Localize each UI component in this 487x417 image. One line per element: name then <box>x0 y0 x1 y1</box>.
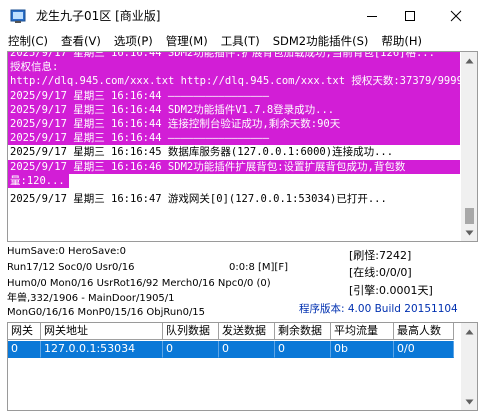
table-cell: 0 <box>219 341 275 358</box>
menu-bar: 控制(C) 查看(V) 选项(P) 管理(M) 工具(T) SDM2功能插件(S… <box>0 32 487 51</box>
window-title: 龙生九子01区 [商业版] <box>36 9 161 23</box>
table-cell: 0 <box>275 341 331 358</box>
log-line: 2025/9/17 星期三 16:16:44 SDM2功能插件V1.7.8登录成… <box>8 102 460 118</box>
log-list[interactable]: 2025/9/17 星期三 16:16:44 SDM2功能插件:扩展背包加载成功… <box>8 52 460 241</box>
status-panel: HumSave:0 HeroSave:0 Run17/12 Soc0/0 Usr… <box>7 246 478 318</box>
log-line: 2025/9/17 星期三 16:16:44 ———————————————— <box>8 131 460 146</box>
column-header[interactable]: 剩余数据 <box>275 323 331 340</box>
title-bar: 龙生九子01区 [商业版] <box>0 0 487 32</box>
log-line: 2025/9/17 星期三 16:16:47 游戏网关[0](127.0.0.1… <box>10 193 387 206</box>
refresh-monster-count: [刷怪:7242] <box>349 249 412 262</box>
column-header[interactable]: 最高人数 <box>394 323 454 340</box>
table-cell: 0b <box>331 341 394 358</box>
engine-days: [引擎:0.0001天] <box>349 284 433 297</box>
scroll-up-icon <box>465 329 474 334</box>
log-line: 2025/9/17 星期三 16:16:46 SDM2功能插件扩展背包:设置扩展… <box>8 159 460 174</box>
app-icon <box>10 9 26 23</box>
scroll-down-button[interactable] <box>461 224 477 241</box>
log-line: 量:120... <box>8 173 69 189</box>
menu-tools[interactable]: 工具(T) <box>221 33 260 50</box>
status-run: Run17/12 Soc0/0 Usr0/16 <box>7 262 135 273</box>
status-timer: 0:0:8 [M][F] <box>229 262 288 273</box>
table-header-row: 网关 网关地址 队列数据 发送数据 剩余数据 平均流量 最高人数 <box>8 323 454 340</box>
log-scrollbar[interactable] <box>461 52 477 241</box>
menu-control[interactable]: 控制(C) <box>8 33 48 50</box>
gateway-table[interactable]: 网关 网关地址 队列数据 发送数据 剩余数据 平均流量 最高人数 0 127.0… <box>7 322 478 411</box>
menu-sdm2-plugin[interactable]: SDM2功能插件(S) <box>273 33 369 50</box>
column-header[interactable]: 平均流量 <box>331 323 394 340</box>
status-save: HumSave:0 HeroSave:0 <box>7 246 127 257</box>
scroll-up-icon <box>465 58 474 63</box>
log-line: 2025/9/17 星期三 16:16:44 ———————————————— <box>8 88 460 103</box>
log-line: 2025/9/17 星期三 16:16:44 连接控制台验证成功,剩余天数:90… <box>8 117 460 132</box>
status-hum: Hum0/0 Mon0/16 UsrRot16/92 Merch0/16 Npc… <box>7 278 271 289</box>
scroll-up-button[interactable] <box>461 52 477 69</box>
scroll-thumb[interactable] <box>465 208 474 224</box>
menu-view[interactable]: 查看(V) <box>61 33 101 50</box>
log-line: http://dlq.945.com/xxx.txt http://dlq.94… <box>8 74 460 89</box>
table-row[interactable]: 0 127.0.0.1:53034 0 0 0 0b 0/0 <box>8 341 454 358</box>
log-line: 2025/9/17 星期三 16:16:44 SDM2功能插件:扩展背包加载成功… <box>8 52 460 61</box>
online-count: [在线:0/0/0] <box>349 266 412 279</box>
scroll-down-icon <box>465 399 474 404</box>
log-panel[interactable]: 2025/9/17 星期三 16:16:44 SDM2功能插件:扩展背包加载成功… <box>7 51 478 242</box>
log-line: 2025/9/17 星期三 16:16:45 数据库服务器(127.0.0.1:… <box>10 146 394 159</box>
menu-help[interactable]: 帮助(H) <box>381 33 422 50</box>
column-header[interactable]: 发送数据 <box>219 323 275 340</box>
table-scroll-down-button[interactable] <box>461 393 477 410</box>
minimize-icon <box>367 16 377 17</box>
scroll-down-icon <box>465 230 474 235</box>
table-cell: 0 <box>163 341 219 358</box>
table-scroll-up-button[interactable] <box>461 323 477 340</box>
menu-options[interactable]: 选项(P) <box>114 33 153 50</box>
column-header[interactable]: 网关 <box>8 323 41 340</box>
log-line: 授权信息: <box>8 60 460 75</box>
close-icon <box>450 10 462 22</box>
program-version: 程序版本: 4.00 Build 20151104 <box>299 303 458 315</box>
table-scrollbar[interactable] <box>461 323 477 410</box>
close-button[interactable] <box>433 0 479 32</box>
table-cell: 0/0 <box>394 341 454 358</box>
maximize-button[interactable] <box>387 0 433 32</box>
table-cell: 0 <box>8 341 41 358</box>
column-header[interactable]: 队列数据 <box>163 323 219 340</box>
maximize-icon <box>405 11 415 21</box>
table-cell: 127.0.0.1:53034 <box>41 341 163 358</box>
menu-manage[interactable]: 管理(M) <box>166 33 208 50</box>
status-mon: MonG0/16/16 MonP0/15/16 ObjRun0/15 <box>7 307 206 318</box>
status-map: 年兽,332/1906 - MainDoor/1905/1 <box>7 293 175 304</box>
column-header[interactable]: 网关地址 <box>41 323 163 340</box>
